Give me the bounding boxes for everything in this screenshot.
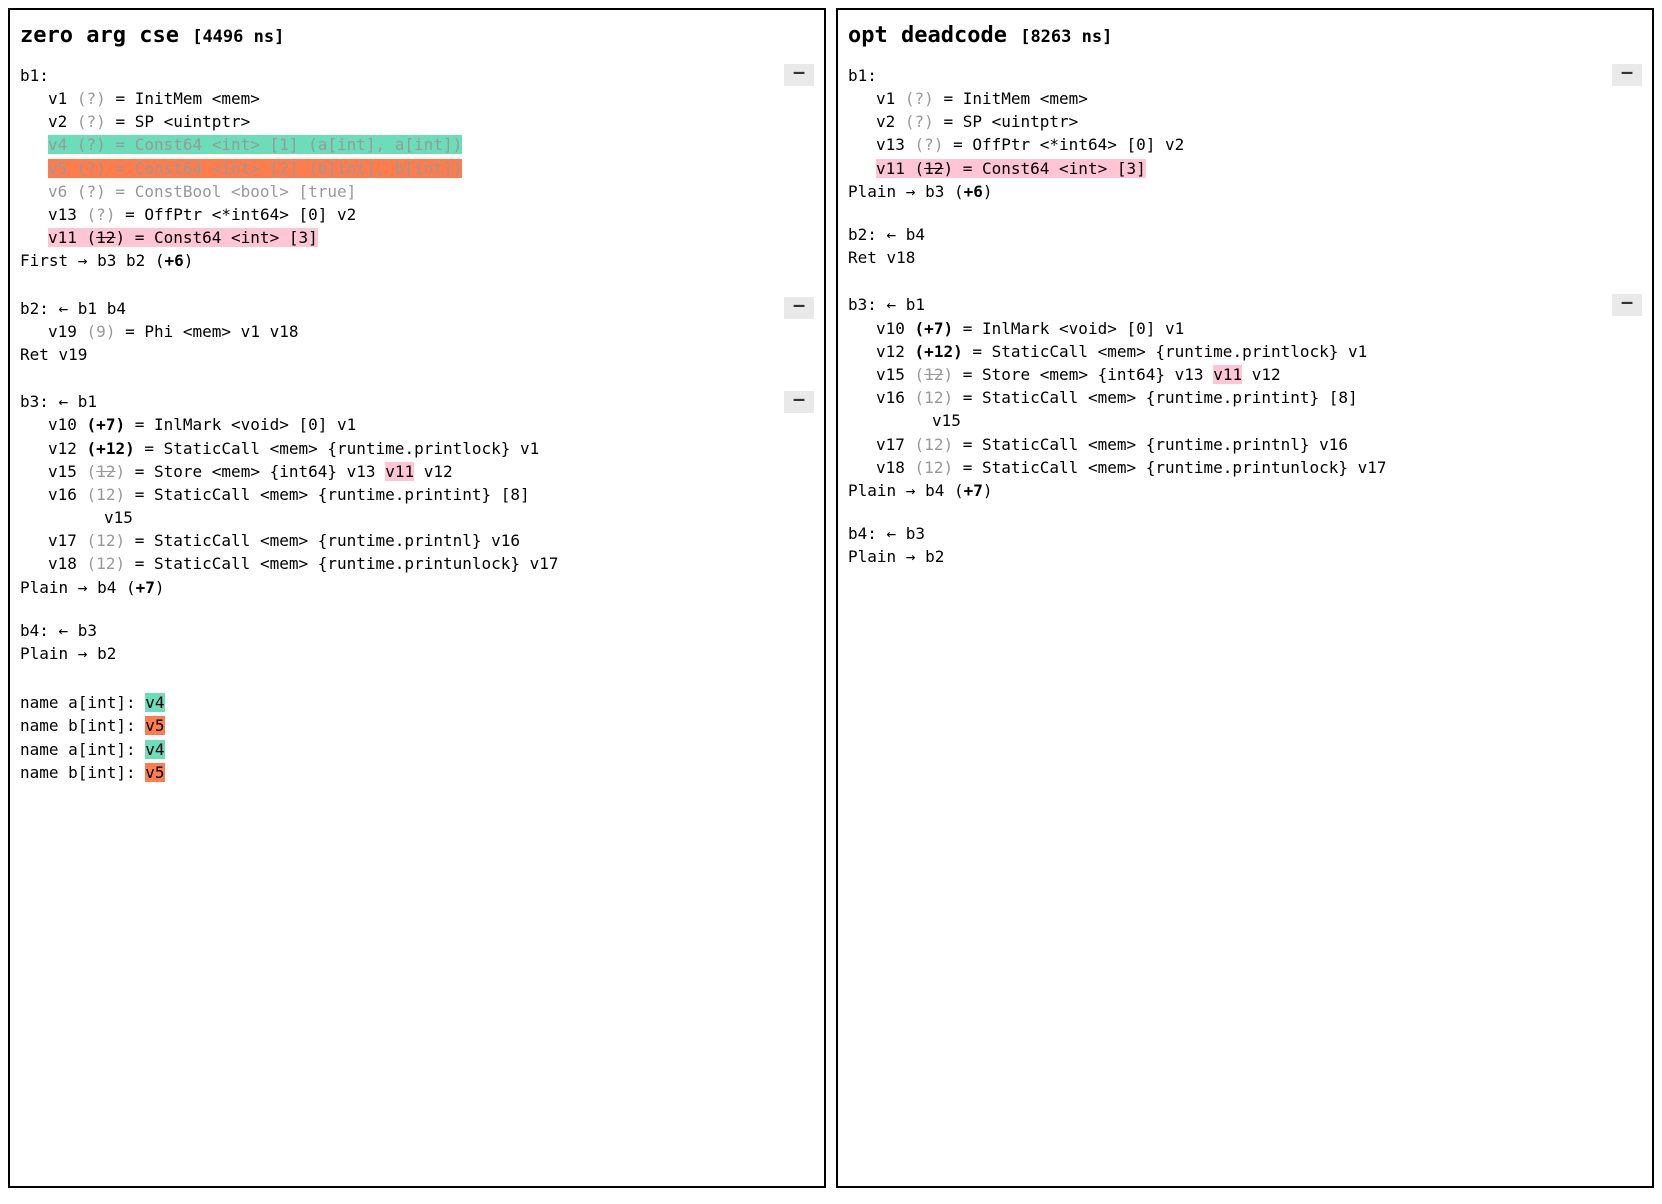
block-b4-header: b4: ← b3 [20, 619, 814, 642]
panel-title-left: zero arg cse [4496 ns] [20, 20, 814, 52]
collapse-button[interactable]: – [784, 64, 814, 86]
ssa-line: v2 (?) = SP <uintptr> [876, 110, 1642, 133]
ssa-line: v15 (12) = Store <mem> {int64} v13 v11 v… [876, 363, 1642, 386]
panel-ns: [4496 ns] [192, 27, 284, 47]
ssa-line: v11 (12) = Const64 <int> [3] [876, 157, 1642, 180]
ssa-line-cont: v15 [876, 409, 1642, 432]
ssa-line-cont: v15 [48, 506, 814, 529]
block-b1-header: b1: – [20, 64, 814, 87]
ssa-line: v2 (?) = SP <uintptr> [48, 110, 814, 133]
block-b2-body: v19 (9) = Phi <mem> v1 v18 [20, 320, 814, 343]
ssa-line: v10 (+7) = InlMark <void> [0] v1 [876, 317, 1642, 340]
ssa-line: v15 (12) = Store <mem> {int64} v13 v11 v… [48, 460, 814, 483]
block-b2-header: b2: ← b4 [848, 223, 1642, 246]
ssa-line: v16 (12) = StaticCall <mem> {runtime.pri… [48, 483, 814, 506]
block-exit: First → b3 b2 (+6) [20, 249, 814, 272]
name-entry: name b[int]: v5 [20, 714, 814, 737]
block-b3-header: b3: ← b1 – [20, 390, 814, 413]
block-label: b1: [20, 64, 784, 87]
block-b3-header: b3: ← b1 – [848, 293, 1642, 316]
ssa-line: v10 (+7) = InlMark <void> [0] v1 [48, 413, 814, 436]
ssa-line: v1 (?) = InitMem <mem> [48, 87, 814, 110]
block-exit: Plain → b2 [848, 545, 1642, 568]
block-exit: Plain → b2 [20, 642, 814, 665]
block-label: b2: ← b1 b4 [20, 297, 784, 320]
block-exit: Plain → b4 (+7) [20, 576, 814, 599]
panel-title-right: opt deadcode [8263 ns] [848, 20, 1642, 52]
block-b1-header: b1: – [848, 64, 1642, 87]
ssa-line: v17 (12) = StaticCall <mem> {runtime.pri… [876, 433, 1642, 456]
name-entry: name b[int]: v5 [20, 761, 814, 784]
block-b3-body: v10 (+7) = InlMark <void> [0] v1 v12 (+1… [848, 317, 1642, 479]
ssa-line: v12 (+12) = StaticCall <mem> {runtime.pr… [48, 437, 814, 460]
block-b2-header: b2: ← b1 b4 – [20, 297, 814, 320]
ssa-line: v11 (12) = Const64 <int> [3] [48, 226, 814, 249]
ssa-line: v13 (?) = OffPtr <*int64> [0] v2 [876, 133, 1642, 156]
block-b4-header: b4: ← b3 [848, 522, 1642, 545]
block-exit: Plain → b3 (+6) [848, 180, 1642, 203]
ssa-line: v18 (12) = StaticCall <mem> {runtime.pri… [876, 456, 1642, 479]
collapse-button[interactable]: – [784, 391, 814, 413]
block-b1-body: v1 (?) = InitMem <mem> v2 (?) = SP <uint… [848, 87, 1642, 180]
name-entry: name a[int]: v4 [20, 738, 814, 761]
ssa-line: v5 (?) = Const64 <int> [2] (b[int], b[in… [48, 157, 814, 180]
ssa-line: v16 (12) = StaticCall <mem> {runtime.pri… [876, 386, 1642, 409]
right-panel: opt deadcode [8263 ns] b1: – v1 (?) = In… [836, 8, 1654, 1188]
ssa-line: v17 (12) = StaticCall <mem> {runtime.pri… [48, 529, 814, 552]
ssa-line: v12 (+12) = StaticCall <mem> {runtime.pr… [876, 340, 1642, 363]
name-entry: name a[int]: v4 [20, 691, 814, 714]
collapse-button[interactable]: – [784, 297, 814, 319]
left-panel: zero arg cse [4496 ns] b1: – v1 (?) = In… [8, 8, 826, 1188]
ssa-line: v13 (?) = OffPtr <*int64> [0] v2 [48, 203, 814, 226]
block-exit: Ret v18 [848, 246, 1642, 269]
block-b3-body: v10 (+7) = InlMark <void> [0] v1 v12 (+1… [20, 413, 814, 575]
ssa-line: v1 (?) = InitMem <mem> [876, 87, 1642, 110]
ssa-line: v19 (9) = Phi <mem> v1 v18 [48, 320, 814, 343]
block-b1-body: v1 (?) = InitMem <mem> v2 (?) = SP <uint… [20, 87, 814, 249]
panel-title-text: opt deadcode [848, 23, 1007, 48]
collapse-button[interactable]: – [1612, 294, 1642, 316]
block-exit: Plain → b4 (+7) [848, 479, 1642, 502]
names-section: name a[int]: v4 name b[int]: v5 name a[i… [20, 691, 814, 784]
collapse-button[interactable]: – [1612, 64, 1642, 86]
block-exit: Ret v19 [20, 343, 814, 366]
ssa-line: v18 (12) = StaticCall <mem> {runtime.pri… [48, 552, 814, 575]
ssa-line-dead: v6 (?) = ConstBool <bool> [true] [48, 180, 814, 203]
block-label: b3: ← b1 [20, 390, 784, 413]
panel-title-text: zero arg cse [20, 23, 179, 48]
ssa-line: v4 (?) = Const64 <int> [1] (a[int], a[in… [48, 133, 814, 156]
block-label: b1: [848, 64, 1612, 87]
block-label: b3: ← b1 [848, 293, 1612, 316]
panel-ns: [8263 ns] [1020, 27, 1112, 47]
